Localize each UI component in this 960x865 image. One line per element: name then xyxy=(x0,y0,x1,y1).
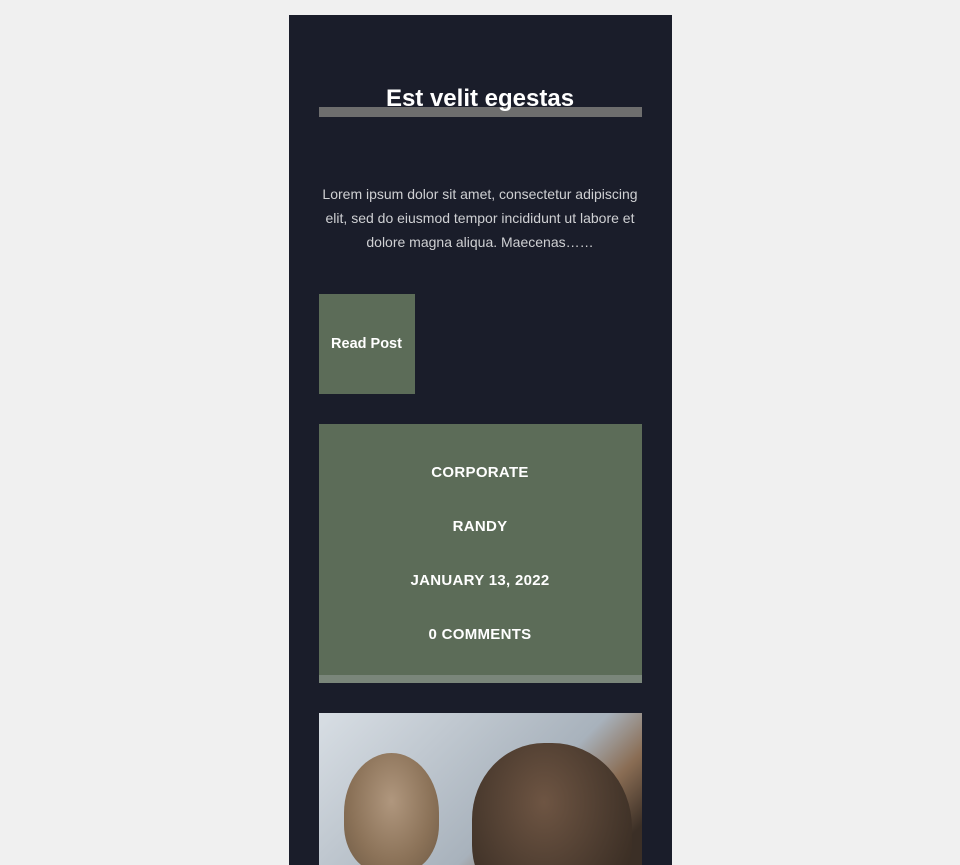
post-excerpt: Lorem ipsum dolor sit amet, consectetur … xyxy=(319,183,642,254)
post-comments[interactable]: 0 COMMENTS xyxy=(339,626,622,643)
image-figure-right xyxy=(472,743,632,865)
post-author[interactable]: RANDY xyxy=(339,518,622,535)
post-title[interactable]: Est velit egestas xyxy=(386,85,574,113)
next-post-image[interactable] xyxy=(319,713,642,865)
post-meta-box: CORPORATE RANDY JANUARY 13, 2022 0 COMME… xyxy=(319,424,642,683)
post-date[interactable]: JANUARY 13, 2022 xyxy=(339,572,622,589)
image-figure-left xyxy=(344,753,439,865)
post-title-wrapper: Est velit egestas xyxy=(319,85,642,113)
blog-post-card: Est velit egestas Lorem ipsum dolor sit … xyxy=(289,15,672,865)
read-post-button[interactable]: Read Post xyxy=(319,294,415,394)
post-category[interactable]: CORPORATE xyxy=(339,464,622,481)
